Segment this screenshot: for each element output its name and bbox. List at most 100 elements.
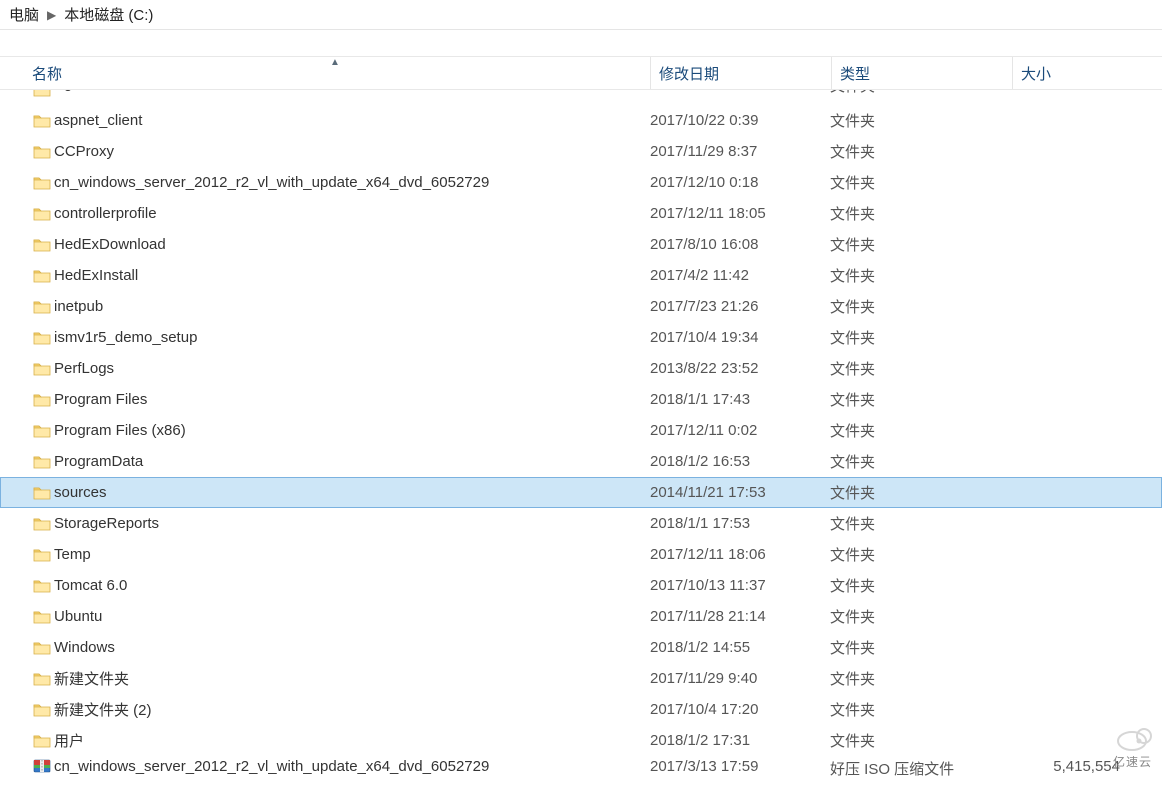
file-date: 2018/1/2 17:31 (650, 732, 830, 749)
file-date: 2017/12/11 18:06 (650, 546, 830, 563)
file-type: 文件夹 (830, 265, 1010, 286)
column-header-name[interactable]: 名称 (30, 57, 650, 89)
file-row[interactable]: controllerprofile2017/12/11 18:05文件夹 (0, 198, 1162, 229)
file-row[interactable]: Program Files (x86)2017/12/11 0:02文件夹 (0, 415, 1162, 446)
file-row[interactable]: HedExDownload2017/8/10 16:08文件夹 (0, 229, 1162, 260)
file-list: AgileControllerMC2017/12/11 18:06文件夹aspn… (0, 90, 1162, 781)
file-row[interactable]: 新建文件夹 (2)2017/10/4 17:20文件夹 (0, 694, 1162, 725)
file-date: 2014/11/21 17:53 (650, 484, 830, 501)
file-type: 文件夹 (830, 482, 1010, 503)
file-date: 2017/11/29 9:40 (650, 670, 830, 687)
file-type: 文件夹 (830, 637, 1010, 658)
breadcrumb[interactable]: 电脑 ▶ 本地磁盘 (C:) (0, 0, 1162, 30)
file-type: 文件夹 (830, 389, 1010, 410)
file-row[interactable]: Ubuntu2017/11/28 21:14文件夹 (0, 601, 1162, 632)
file-type: 文件夹 (830, 110, 1010, 131)
file-size (1010, 90, 1130, 105)
file-type: 文件夹 (830, 172, 1010, 193)
file-name: sources (54, 484, 650, 501)
file-name: cn_windows_server_2012_r2_vl_with_update… (54, 174, 650, 191)
file-row[interactable]: 新建文件夹2017/11/29 9:40文件夹 (0, 663, 1162, 694)
file-date: 2017/11/29 8:37 (650, 143, 830, 160)
file-row[interactable]: 用户2018/1/2 17:31文件夹 (0, 725, 1162, 756)
breadcrumb-item-computer[interactable]: 电脑 (5, 4, 43, 25)
file-row[interactable]: aspnet_client2017/10/22 0:39文件夹 (0, 105, 1162, 136)
column-header-date[interactable]: 修改日期 (651, 57, 831, 89)
file-name: Tomcat 6.0 (54, 577, 650, 594)
breadcrumb-item-disk[interactable]: 本地磁盘 (C:) (60, 4, 157, 25)
file-type: 文件夹 (830, 90, 1010, 105)
folder-icon (30, 485, 54, 501)
file-name: controllerprofile (54, 205, 650, 222)
file-row[interactable]: Tomcat 6.02017/10/13 11:37文件夹 (0, 570, 1162, 601)
file-name: 新建文件夹 (54, 668, 650, 689)
file-name: 用户 (54, 730, 650, 751)
file-type: 文件夹 (830, 358, 1010, 379)
file-date: 2017/12/10 0:18 (650, 174, 830, 191)
file-date: 2017/10/22 0:39 (650, 112, 830, 129)
file-name: Temp (54, 546, 650, 563)
file-row[interactable]: sources2014/11/21 17:53文件夹 (0, 477, 1162, 508)
file-row[interactable]: AgileControllerMC2017/12/11 18:06文件夹 (0, 90, 1162, 105)
file-type: 文件夹 (830, 203, 1010, 224)
file-type: 文件夹 (830, 730, 1010, 751)
file-type: 文件夹 (830, 699, 1010, 720)
file-row[interactable]: Windows2018/1/2 14:55文件夹 (0, 632, 1162, 663)
file-type: 文件夹 (830, 420, 1010, 441)
file-type: 文件夹 (830, 513, 1010, 534)
file-name: ProgramData (54, 453, 650, 470)
file-name: cn_windows_server_2012_r2_vl_with_update… (54, 758, 650, 775)
archive-icon (30, 758, 54, 774)
file-row[interactable]: cn_windows_server_2012_r2_vl_with_update… (0, 167, 1162, 198)
folder-icon (30, 144, 54, 160)
file-type: 文件夹 (830, 668, 1010, 689)
file-row[interactable]: ismv1r5_demo_setup2017/10/4 19:34文件夹 (0, 322, 1162, 353)
file-row[interactable]: ProgramData2018/1/2 16:53文件夹 (0, 446, 1162, 477)
file-row[interactable]: Temp2017/12/11 18:06文件夹 (0, 539, 1162, 570)
file-row[interactable]: Program Files2018/1/1 17:43文件夹 (0, 384, 1162, 415)
folder-icon (30, 268, 54, 284)
file-type: 文件夹 (830, 141, 1010, 162)
file-date: 2017/12/11 18:06 (650, 90, 830, 105)
file-name: Program Files (54, 391, 650, 408)
folder-icon (30, 702, 54, 718)
file-type: 好压 ISO 压缩文件 (830, 758, 1010, 779)
column-header-type[interactable]: 类型 (832, 57, 1012, 89)
file-date: 2018/1/1 17:53 (650, 515, 830, 532)
folder-icon (30, 392, 54, 408)
file-row[interactable]: PerfLogs2013/8/22 23:52文件夹 (0, 353, 1162, 384)
folder-icon (30, 113, 54, 129)
file-date: 2017/12/11 0:02 (650, 422, 830, 439)
folder-icon (30, 361, 54, 377)
column-header-type-label: 类型 (840, 63, 870, 84)
toolbar-spacer (0, 30, 1162, 56)
file-row[interactable]: inetpub2017/7/23 21:26文件夹 (0, 291, 1162, 322)
file-row[interactable]: StorageReports2018/1/1 17:53文件夹 (0, 508, 1162, 539)
column-header-size-label: 大小 (1021, 63, 1051, 84)
file-name: StorageReports (54, 515, 650, 532)
file-row[interactable]: CCProxy2017/11/29 8:37文件夹 (0, 136, 1162, 167)
folder-icon (30, 609, 54, 625)
file-name: HedExDownload (54, 236, 650, 253)
breadcrumb-separator-icon: ▶ (43, 8, 60, 22)
file-name: HedExInstall (54, 267, 650, 284)
folder-icon (30, 330, 54, 346)
file-name: PerfLogs (54, 360, 650, 377)
file-name: aspnet_client (54, 112, 650, 129)
file-name: inetpub (54, 298, 650, 315)
folder-icon (30, 237, 54, 253)
file-date: 2017/11/28 21:14 (650, 608, 830, 625)
file-name: ismv1r5_demo_setup (54, 329, 650, 346)
folder-icon (30, 299, 54, 315)
file-row[interactable]: HedExInstall2017/4/2 11:42文件夹 (0, 260, 1162, 291)
folder-icon (30, 206, 54, 222)
file-date: 2017/10/4 19:34 (650, 329, 830, 346)
column-header-size[interactable]: 大小 (1013, 57, 1133, 89)
file-date: 2017/8/10 16:08 (650, 236, 830, 253)
file-row[interactable]: cn_windows_server_2012_r2_vl_with_update… (0, 756, 1162, 781)
file-type: 文件夹 (830, 327, 1010, 348)
folder-icon (30, 516, 54, 532)
file-date: 2017/10/13 11:37 (650, 577, 830, 594)
file-name: CCProxy (54, 143, 650, 160)
sort-ascending-icon: ▲ (330, 57, 340, 68)
